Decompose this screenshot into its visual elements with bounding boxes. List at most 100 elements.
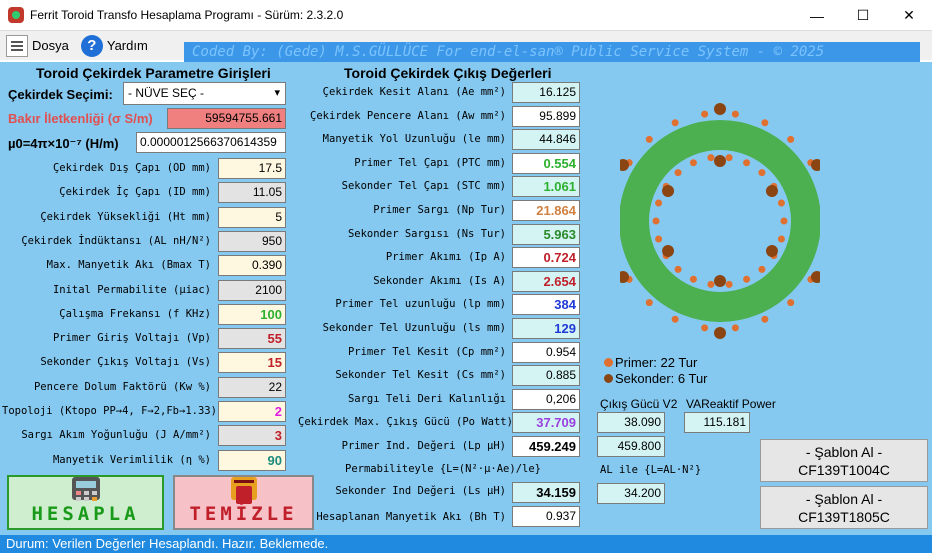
template-button-1[interactable]: - Şablon Al - CF139T1004C (760, 439, 928, 482)
core-select-value: - NÜVE SEÇ - (128, 86, 205, 100)
template-button-1-line1: - Şablon Al - (805, 444, 883, 460)
input-row-field[interactable]: 0.390 (218, 255, 286, 277)
output-row-label: Çekirdek Max. Çıkış Gücü (Po Watt) (298, 416, 513, 429)
primary-turn-inner (707, 154, 715, 162)
input-row-field[interactable]: 5 (218, 206, 286, 228)
menu-help-label: Yardım (106, 38, 148, 53)
output-row-value: 2.654 (512, 270, 580, 292)
input-row-field[interactable]: 950 (218, 230, 286, 252)
outputs-heading: Toroid Çekirdek Çıkış Değerleri (344, 65, 552, 81)
mu0-input[interactable]: 0.0000012566370614359 (136, 132, 286, 153)
menu-help[interactable]: ? Yardım (75, 31, 154, 60)
legend-secondary: Sekonder: 6 Tur (604, 371, 708, 386)
output-row-label: Sekonder Akımı (Is A) (373, 274, 506, 287)
mu0-label: µ0=4π×10⁻⁷ (H/m) (8, 136, 119, 151)
output-row-label: Sekonder Tel Uzunluğu (ls mm) (322, 322, 506, 334)
core-select-label: Çekirdek Seçimi: (8, 87, 113, 102)
output-row-value: 5.963 (512, 223, 580, 245)
input-row-label: Manyetik Verimlilik (η %) (52, 453, 211, 466)
secondary-al-value: 34.200 (597, 483, 665, 504)
output-row-value: 37.709 (512, 412, 580, 434)
primary-turn-inner (777, 199, 785, 207)
output-row-value: 21.864 (512, 200, 580, 221)
output-row-value: 459.249 (512, 436, 580, 457)
app-icon (8, 7, 24, 23)
input-row-field[interactable]: 100 (218, 303, 286, 325)
menu-file[interactable]: Dosya (0, 31, 75, 60)
maximize-button[interactable]: ☐ (840, 0, 886, 31)
flux-value: 0.937 (512, 506, 580, 527)
primer-al-value: 459.800 (597, 436, 665, 457)
template-button-2-line2: CF139T1805C (798, 509, 890, 525)
primary-turn-inner (780, 217, 788, 225)
input-row-field[interactable]: 17.5 (218, 158, 286, 179)
clear-button[interactable]: TEMİZLE (173, 475, 314, 530)
input-row-field[interactable]: 90 (218, 449, 286, 471)
template-button-1-line2: CF139T1004C (798, 462, 890, 478)
input-row-field[interactable]: 3 (218, 425, 286, 447)
output-row-label: Primer Tel uzunluğu (lp mm) (335, 298, 506, 311)
input-row-field[interactable]: 2 (218, 401, 286, 422)
window-controls: — ☐ ✕ (794, 0, 932, 31)
help-icon: ? (80, 34, 103, 57)
input-row-label: Çekirdek Dış Çapı (OD mm) (52, 162, 211, 174)
primary-turn-inner (743, 275, 751, 283)
output-row-label: Primer Sargı (Np Tur) (373, 204, 506, 216)
output-row-value: 129 (512, 318, 580, 339)
input-row-label: Sargı Akım Yoğunluğu (J A/mm²) (21, 429, 211, 442)
input-row-field[interactable]: 22 (218, 376, 286, 398)
minimize-button[interactable]: — (794, 0, 840, 31)
input-row-label: Max. Manyetik Akı (Bmax T) (46, 259, 211, 272)
secondary-inductance-value: 34.159 (512, 482, 580, 503)
primary-turn-inner (743, 159, 751, 167)
output-row-value: 0.954 (512, 341, 580, 363)
primary-turn-inner (689, 159, 697, 167)
template-button-2-line1: - Şablon Al - (805, 491, 883, 507)
credits-banner: Coded By: (Gede) M.S.GÜLLÜCE For end-el-… (184, 42, 920, 62)
primary-turn-outer (701, 324, 709, 332)
template-button-2[interactable]: - Şablon Al - CF139T1805C (760, 486, 928, 529)
inputs-heading: Toroid Çekirdek Parametre Girişleri (36, 65, 271, 81)
secondary-turn-inner (662, 245, 675, 257)
primary-turn-inner (652, 217, 660, 225)
output-row-label: Sekonder Tel Çapı (STC mm) (341, 180, 506, 193)
output-row-label: Sargı Teli Deri Kalınlığı (347, 392, 506, 405)
status-bar: Durum: Verilen Değerler Hesaplandı. Hazı… (0, 535, 932, 553)
primary-turn-outer (671, 119, 679, 127)
input-row-field[interactable]: 2100 (218, 279, 286, 301)
primary-turn-inner (725, 154, 733, 162)
al-formula: AL ile {L=AL·N²} (600, 464, 702, 476)
input-row-label: Çalışma Frekansı (f KHz) (59, 307, 211, 320)
trash-icon (230, 477, 257, 504)
primary-turn-outer (671, 315, 679, 323)
menu-file-label: Dosya (32, 38, 69, 53)
input-row-field[interactable]: 11.05 (218, 182, 286, 204)
conductivity-input[interactable]: 59594755.661 (167, 108, 286, 129)
output-row-value: 16.125 (512, 82, 580, 103)
output-row-value: 95.899 (512, 105, 580, 127)
flux-label: Hesaplanan Manyetik Akı (Bh T) (316, 511, 506, 523)
primary-turn-outer (701, 110, 709, 118)
output-row-value: 0.724 (512, 247, 580, 269)
output-row-label: Sekonder Tel Kesit (Cs mm²) (335, 369, 506, 382)
primary-turn-inner (674, 265, 682, 273)
input-row-field[interactable]: 55 (218, 328, 286, 350)
core-select[interactable]: - NÜVE SEÇ - ▾ (123, 82, 286, 105)
toroid-diagram (620, 103, 820, 339)
primary-turn-outer (731, 324, 739, 332)
input-row-field[interactable]: 15 (218, 352, 286, 374)
clear-button-label: TEMİZLE (189, 503, 298, 525)
close-button[interactable]: ✕ (886, 0, 932, 31)
primary-turn-inner (725, 280, 733, 288)
input-row-label: Inital Permabilite (µiac) (52, 283, 211, 296)
secondary-turn-inner (765, 245, 778, 257)
output-row-label: Primer Akımı (Ip A) (385, 251, 506, 264)
chevron-down-icon: ▾ (274, 87, 280, 99)
calculate-button[interactable]: HESAPLA (7, 475, 164, 530)
input-row-label: Çekirdek İndüktansı (AL nH/N²) (21, 234, 211, 247)
output-row-value: 1.061 (512, 176, 580, 198)
output-row-value: 0.885 (512, 365, 580, 387)
output-row-label: Çekirdek Pencere Alanı (Aw mm²) (310, 109, 506, 122)
input-row-label: Çekirdek İç Çapı (ID mm) (59, 186, 211, 199)
title-bar: Ferrit Toroid Transfo Hesaplama Programı… (0, 0, 932, 31)
